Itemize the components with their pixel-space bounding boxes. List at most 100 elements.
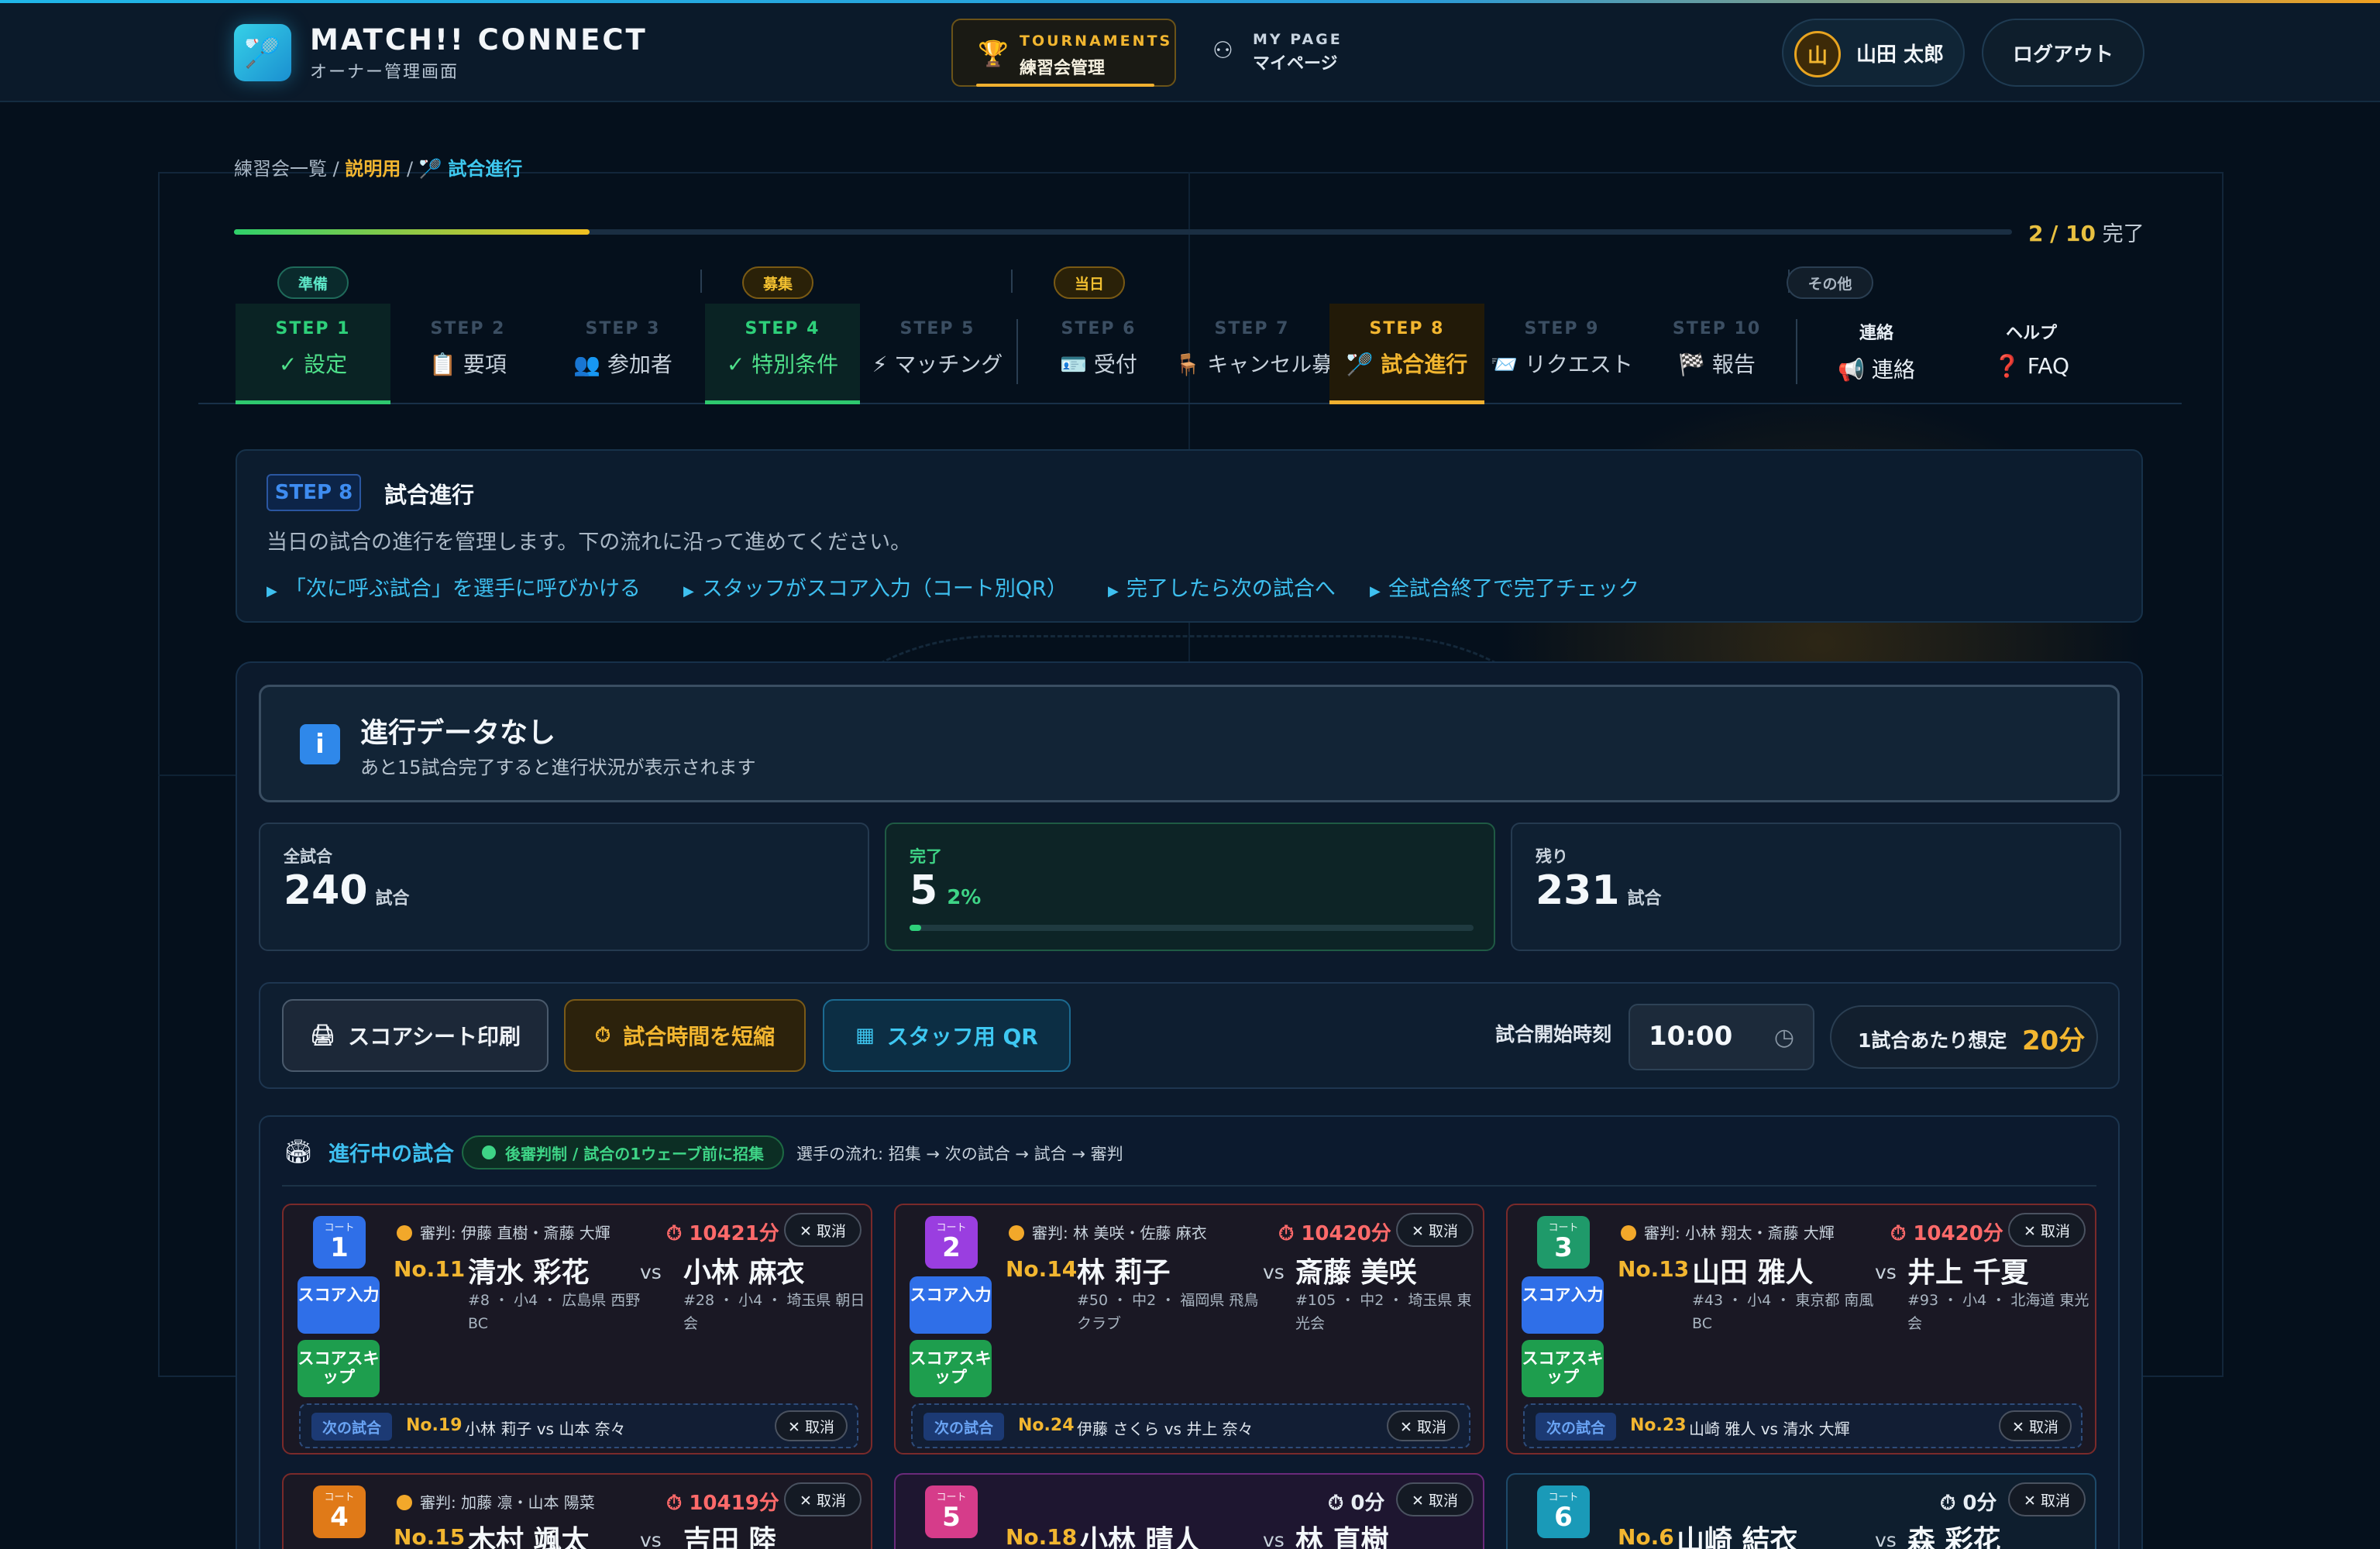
status-dot-icon: [482, 1145, 497, 1159]
info-icon: i: [300, 724, 340, 764]
score-skip-button[interactable]: スコアスキップ: [298, 1340, 380, 1397]
score-skip-button[interactable]: スコアスキップ: [1522, 1340, 1604, 1397]
cancel-button[interactable]: ✕ 取消: [784, 1482, 862, 1516]
nav-tournaments[interactable]: 🏆 TOURNAMENTS 練習会管理: [951, 19, 1176, 87]
nav-mypage-jp[interactable]: マイページ: [1253, 50, 1338, 74]
clock-icon[interactable]: ◷: [1774, 1024, 1794, 1051]
step-tab-4[interactable]: STEP 4 ✓ 特別条件: [705, 304, 860, 404]
score-input-button[interactable]: スコア入力: [910, 1276, 992, 1334]
cancel-button[interactable]: ✕ 取消: [784, 1213, 862, 1247]
flow-item: ▶ 完了したら次の試合へ: [1108, 577, 1336, 601]
court-card-1: コート 1 審判: 伊藤 直樹・斎藤 大輝 ⏱ 10421分 ✕ 取消 スコア入力…: [282, 1204, 872, 1455]
step-tab-9[interactable]: STEP 9 📨 リクエスト: [1484, 304, 1639, 404]
cancel-button[interactable]: ✕ 取消: [2008, 1482, 2086, 1516]
court-badge: コート 5: [925, 1485, 978, 1538]
breadcrumb-separator: /: [332, 158, 339, 180]
stat-total: 全試合 240 試合: [259, 823, 869, 951]
start-time-label: 試合開始時刻: [1495, 1023, 1612, 1046]
player-2-name: 井上 千夏: [1907, 1257, 2029, 1289]
match-number: No.14: [1006, 1256, 1078, 1282]
step-divider: [1016, 319, 1018, 384]
player-2-name: 林 直樹: [1295, 1525, 1389, 1549]
score-skip-button[interactable]: スコアスキップ: [910, 1340, 992, 1397]
player-1-name: 林 莉子: [1077, 1257, 1171, 1289]
cancel-button[interactable]: ✕ 取消: [1396, 1482, 1474, 1516]
step-tab-1[interactable]: STEP 1 ✓ 設定: [236, 304, 390, 404]
step-number: STEP 6: [1061, 319, 1137, 338]
match-number: No.6: [1618, 1524, 1674, 1549]
court-badge: コート 2: [925, 1216, 978, 1269]
stat-value: 5: [910, 867, 938, 914]
vs-label: vs: [1875, 1261, 1897, 1283]
step-number: STEP 9: [1524, 319, 1600, 338]
no-data-subtitle: あと15試合完了すると進行状況が表示されます: [360, 757, 756, 778]
qr-icon: ▦: [855, 1024, 875, 1047]
triangle-icon: ▶: [1370, 583, 1381, 599]
tab-faq[interactable]: ヘルプ ❓ FAQ: [1954, 304, 2109, 404]
step-tab-10[interactable]: STEP 10 🏁 報告: [1639, 304, 1794, 404]
brand-subtitle: オーナー管理画面: [310, 63, 459, 82]
court-badge: コート 6: [1537, 1485, 1590, 1538]
stat-value: 231: [1536, 867, 1620, 914]
next-match-players: 山崎 雅人 vs 清水 大輝: [1689, 1420, 1850, 1438]
breadcrumb-root[interactable]: 練習会一覧: [234, 158, 327, 180]
step-tab-5[interactable]: STEP 5 ⚡ マッチング: [860, 304, 1015, 404]
next-match-number: No.23: [1630, 1416, 1687, 1435]
step-tag: STEP 8: [267, 474, 361, 511]
player-2-name: 吉田 陸: [683, 1525, 777, 1549]
player-2-meta: #93 ・ 小4 ・ 北海道 東光会: [1907, 1292, 2089, 1332]
brand-title[interactable]: MATCH!! CONNECT: [310, 23, 648, 57]
score-input-button[interactable]: スコア入力: [298, 1276, 380, 1334]
match-number: No.11: [394, 1256, 466, 1282]
next-match-players: 小林 莉子 vs 山本 奈々: [465, 1420, 626, 1438]
print-scoresheet-button[interactable]: 🖨 スコアシート印刷: [282, 999, 549, 1072]
badminton-logo-icon[interactable]: 🏸: [234, 24, 291, 81]
court-card-4: コート 4 審判: 加藤 凛・山本 陽菜 ⏱ 10419分 ✕ 取消 No.15 …: [282, 1473, 872, 1549]
cancel-button[interactable]: ✕ 取消: [2008, 1213, 2086, 1247]
next-match-number: No.24: [1018, 1416, 1075, 1435]
player-flow-text: 選手の流れ: 招集 → 次の試合 → 試合 → 審判: [796, 1145, 1123, 1163]
next-cancel-button[interactable]: ✕ 取消: [1999, 1410, 2072, 1441]
step-number: STEP 10: [1672, 319, 1762, 338]
user-icon: ⚇: [1212, 37, 1233, 64]
step-label: ✓ 設定: [278, 352, 348, 377]
progress-total: / 10: [2050, 221, 2096, 246]
step-tab-2[interactable]: STEP 2 📋 要項: [390, 304, 545, 404]
step-label: 🏸 試合進行: [1346, 352, 1468, 377]
next-match-label: 次の試合: [311, 1413, 392, 1441]
tab-contact[interactable]: 連絡 📢 連絡: [1799, 304, 1954, 404]
user-menu[interactable]: 山 山田 太郎: [1782, 19, 1965, 87]
score-input-button[interactable]: スコア入力: [1522, 1276, 1604, 1334]
step-tab-7[interactable]: STEP 7 🪑 キャンセル募集: [1175, 304, 1353, 404]
match-number: No.18: [1006, 1524, 1078, 1549]
step-number: ヘルプ: [2005, 324, 2057, 343]
cancel-button[interactable]: ✕ 取消: [1396, 1213, 1474, 1247]
step-tab-3[interactable]: STEP 3 👥 参加者: [545, 304, 700, 404]
step-label: ⚡ マッチング: [872, 352, 1003, 377]
referee-dot-icon: [397, 1225, 412, 1241]
step-progress-fill: [234, 229, 590, 235]
step-label: 📢 連絡: [1838, 357, 1915, 383]
nav-mypage-en[interactable]: MY PAGE: [1253, 31, 1343, 48]
player-1-name: 清水 彩花: [468, 1257, 590, 1289]
stat-label: 完了: [910, 847, 942, 866]
next-cancel-button[interactable]: ✕ 取消: [775, 1410, 848, 1441]
breadcrumb-event[interactable]: 説明用: [345, 158, 401, 180]
next-cancel-button[interactable]: ✕ 取消: [1387, 1410, 1460, 1441]
flow-item: ▶ 「次に呼ぶ試合」を選手に呼びかける: [267, 577, 641, 601]
staff-qr-button[interactable]: ▦ スタッフ用 QR: [823, 999, 1071, 1072]
shorten-time-button[interactable]: ⏱ 試合時間を短縮: [564, 999, 806, 1072]
step-tab-6[interactable]: STEP 6 🪪 受付: [1021, 304, 1176, 404]
logout-button[interactable]: ログアウト: [1982, 19, 2144, 87]
next-match: 次の試合 No.23 山崎 雅人 vs 清水 大輝 ✕ 取消: [1523, 1403, 2082, 1448]
trophy-icon: 🏆: [978, 39, 1009, 68]
stat-unit: 試合: [1627, 889, 1662, 908]
start-time-input[interactable]: 10:00 ◷: [1629, 1004, 1814, 1070]
nav-tournaments-en: TOURNAMENTS: [1020, 33, 1173, 50]
elapsed-time: ⏱ 10420分: [1890, 1222, 2003, 1245]
step-tab-8[interactable]: STEP 8 🏸 試合進行: [1329, 304, 1484, 404]
step-progress-count: 2 / 10 完了: [2028, 217, 2144, 247]
referee-dot-icon: [1009, 1225, 1024, 1241]
next-match-players: 伊藤 さくら vs 井上 奈々: [1077, 1420, 1254, 1438]
per-match-duration[interactable]: 1試合あたり想定 20分: [1830, 1005, 2098, 1069]
